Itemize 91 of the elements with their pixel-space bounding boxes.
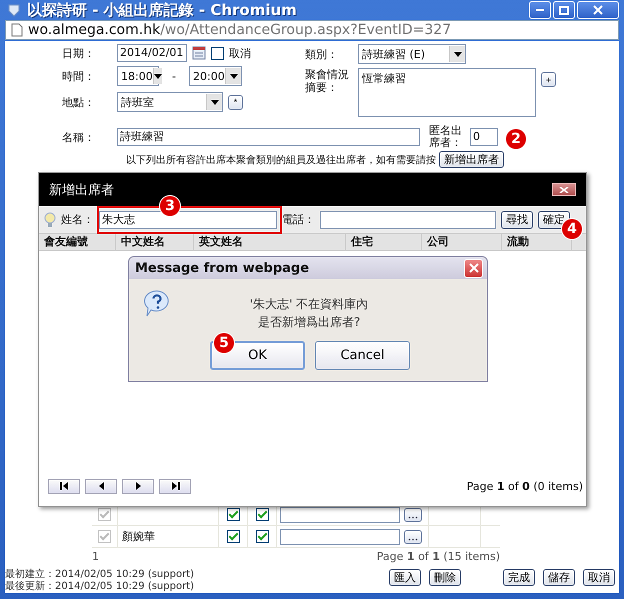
column-header: 中文姓名 bbox=[116, 234, 194, 250]
start-time-select[interactable]: 18:00 bbox=[117, 66, 159, 86]
last-page-icon bbox=[170, 481, 180, 491]
checkbox[interactable] bbox=[256, 530, 269, 543]
address-bar[interactable]: wo.almega.com.hk/wo/AttendanceGroup.aspx?EventID=327 bbox=[5, 20, 619, 40]
anonymous-count-field[interactable]: 0 bbox=[470, 128, 498, 146]
field-label: 類別： bbox=[305, 46, 339, 62]
time-separator: - bbox=[171, 70, 177, 82]
toolbar-button[interactable]: 尋找 bbox=[501, 210, 533, 228]
message-title: Message from webpage bbox=[135, 260, 310, 276]
first-page-button[interactable] bbox=[48, 478, 80, 494]
previous-page-button[interactable] bbox=[85, 478, 117, 494]
remark-field[interactable] bbox=[280, 528, 400, 544]
first-page-icon bbox=[58, 481, 70, 491]
checkbox[interactable] bbox=[226, 508, 240, 521]
dialog-title: 新增出席者 bbox=[49, 182, 114, 198]
caret-icon bbox=[454, 52, 462, 56]
field-label: 時間： bbox=[62, 68, 96, 84]
window-title: 以探詩研 - 小組出席記錄 - Chromium bbox=[27, 0, 297, 20]
column-header: 公司 bbox=[422, 234, 502, 250]
field-label: 地點： bbox=[62, 94, 96, 110]
name-field[interactable]: 朱大志 bbox=[99, 210, 277, 228]
updated-value: 2014/02/05 10:29 (support) bbox=[55, 581, 194, 592]
footer-button[interactable]: 儲存 bbox=[543, 569, 575, 586]
message-text: '朱大志' 不在資料庫內 bbox=[248, 296, 370, 313]
field-label: 電話： bbox=[282, 212, 315, 227]
footer-button[interactable]: 完成 bbox=[503, 569, 535, 586]
step-badge: 4 bbox=[562, 219, 582, 239]
step-badge: 2 bbox=[506, 129, 526, 149]
checkbox[interactable] bbox=[211, 46, 224, 60]
lightbulb-icon bbox=[44, 212, 56, 228]
checkbox[interactable] bbox=[226, 530, 240, 543]
url-path: /wo/AttendanceGroup.aspx?EventID=327 bbox=[160, 22, 452, 38]
name-field[interactable]: 詩班練習 bbox=[117, 128, 420, 146]
question-icon bbox=[143, 289, 171, 319]
caret-icon bbox=[230, 74, 238, 78]
date-field[interactable]: 2014/02/01 bbox=[117, 44, 187, 62]
more-button[interactable] bbox=[404, 530, 422, 544]
remark-field[interactable] bbox=[280, 506, 400, 522]
created-value: 2014/02/05 10:29 (support) bbox=[55, 569, 194, 580]
url-host: wo.almega.com.hk bbox=[28, 22, 160, 38]
checkbox[interactable] bbox=[256, 508, 269, 521]
summary-field[interactable]: 恆常練習 bbox=[358, 68, 536, 117]
next-page-button[interactable] bbox=[122, 478, 154, 494]
field-label: 日期： bbox=[62, 46, 96, 60]
hint-text: 以下列出所有容許出席本聚會類別的組員及過往出席者，如有需要請按 bbox=[126, 154, 436, 166]
last-page-button[interactable] bbox=[159, 478, 191, 494]
close-icon bbox=[593, 5, 603, 16]
maximize-button[interactable] bbox=[553, 1, 575, 20]
field-label: 匿名出席者： bbox=[429, 125, 463, 149]
field-label: 聚會情況摘要： bbox=[305, 68, 350, 94]
field-label: 姓名： bbox=[61, 212, 94, 227]
page-link[interactable]: 1 bbox=[92, 550, 99, 563]
field-label: 名稱： bbox=[62, 130, 96, 144]
step-badge: 3 bbox=[160, 196, 180, 216]
ellipsis-icon bbox=[408, 538, 418, 540]
message-text: 是否新增爲出席者? bbox=[256, 314, 362, 331]
close-icon bbox=[468, 263, 478, 273]
calendar-icon bbox=[192, 46, 206, 60]
caret-icon bbox=[154, 74, 162, 78]
updated-label: 最後更新： bbox=[5, 581, 55, 592]
column-header: 會友編號 bbox=[39, 234, 116, 250]
close-icon bbox=[559, 186, 569, 192]
footer-button[interactable]: 匯入 bbox=[389, 569, 421, 586]
add-summary-button[interactable]: + bbox=[541, 72, 556, 87]
ellipsis-icon bbox=[408, 516, 418, 518]
page-icon bbox=[11, 23, 23, 38]
maximize-icon bbox=[559, 6, 569, 15]
column-header: 住宅 bbox=[346, 234, 422, 250]
place-select[interactable]: 詩班室 bbox=[117, 92, 223, 112]
created-label: 最初建立： bbox=[5, 569, 55, 580]
checkbox-label: 取消 bbox=[229, 46, 251, 60]
caret-icon bbox=[210, 100, 218, 104]
phone-field[interactable] bbox=[320, 210, 496, 228]
member-name: 顏婉華 bbox=[122, 529, 156, 544]
pager-summary: Page 1 of 1 (15 items) bbox=[376, 550, 500, 563]
app-icon bbox=[7, 3, 21, 18]
column-header: 英文姓名 bbox=[194, 234, 346, 250]
add-place-button[interactable]: * bbox=[228, 94, 243, 110]
dialog-button[interactable]: Cancel bbox=[315, 341, 410, 370]
close-button[interactable] bbox=[552, 183, 576, 196]
minimize-button[interactable] bbox=[529, 1, 551, 20]
more-button[interactable] bbox=[404, 508, 422, 522]
pager-summary: Page 1 of 0 (0 items) bbox=[466, 480, 583, 492]
end-time-select[interactable]: 20:00 bbox=[189, 66, 242, 86]
add-attendee-button[interactable]: 新增出席者 bbox=[439, 151, 504, 168]
footer-button[interactable]: 取消 bbox=[583, 569, 615, 586]
footer-button[interactable]: 刪除 bbox=[429, 569, 461, 586]
minimize-icon bbox=[536, 9, 544, 12]
category-select[interactable]: 詩班練習 (E) bbox=[358, 44, 466, 64]
step-badge: 5 bbox=[214, 333, 234, 353]
